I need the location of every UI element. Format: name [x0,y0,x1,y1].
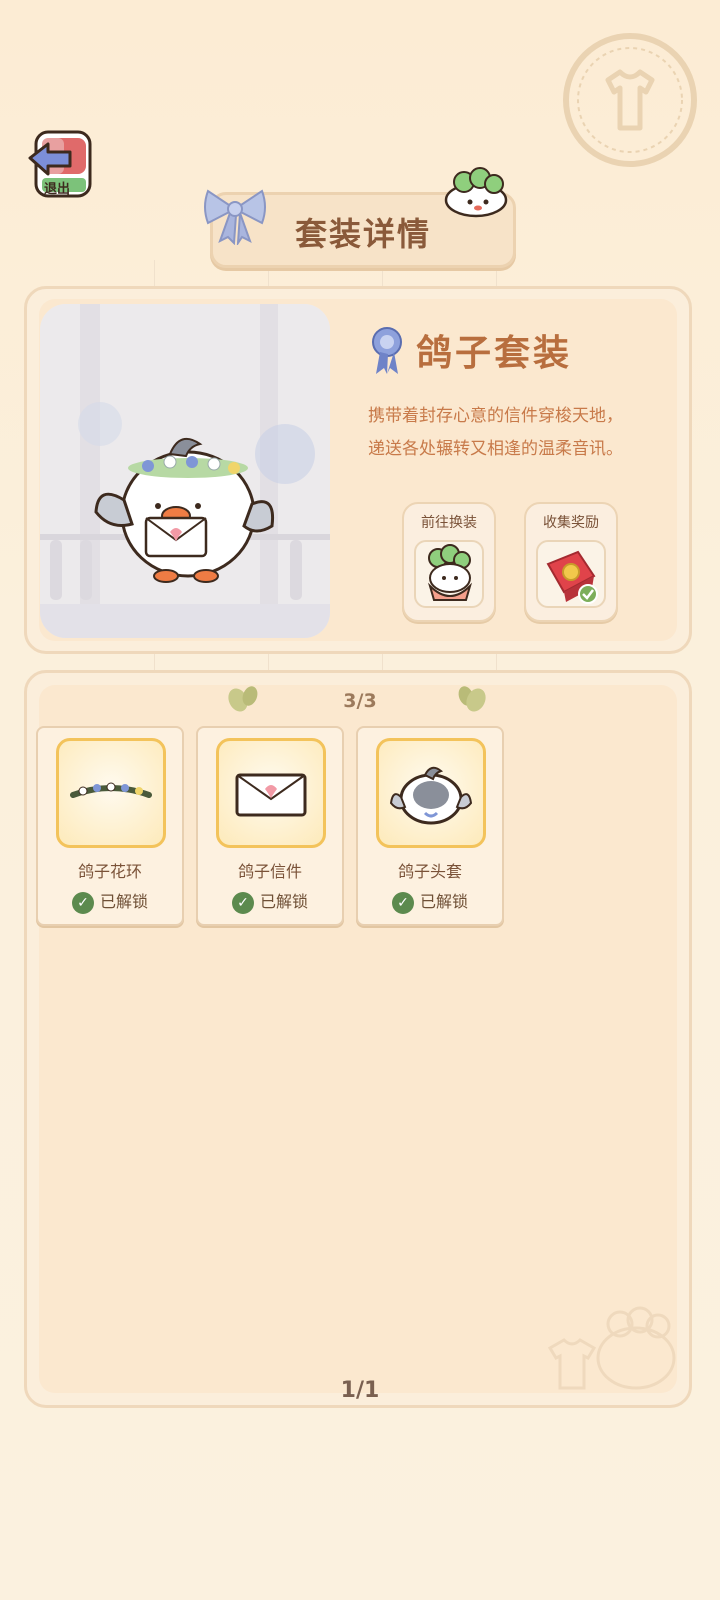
page-indicator: 1/1 [340,1378,380,1403]
item-status: ✓ 已解锁 [38,888,182,914]
check-icon: ✓ [71,891,94,914]
status-label: 已解锁 [99,892,148,911]
check-icon: ✓ [231,891,254,914]
collection-progress: 3/3 [343,690,377,712]
set-description-line: 携带着封存心意的信件穿梭天地， [368,406,623,426]
item-card[interactable]: 鸽子信件 ✓ 已解锁 [196,726,344,926]
clothes-pile-decoration-icon [547,1306,676,1390]
go-dress-up-label: 前往换装 [421,515,477,531]
item-card[interactable]: 鸽子花环 ✓ 已解锁 [36,726,184,926]
check-icon: ✓ [391,891,414,914]
set-description: 携带着封存心意的信件穿梭天地， 递送各处辗转又相逢的温柔音讯。 [368,400,688,466]
leaf-decoration-icon [228,686,258,712]
set-description-line: 递送各处辗转又相逢的温柔音讯。 [368,439,623,459]
go-dress-up-button[interactable]: 前往换装 [402,502,496,622]
set-portrait [40,304,330,638]
wardrobe-emblem-icon [563,33,697,167]
item-card[interactable]: 鸽子头套 ✓ 已解锁 [356,726,504,926]
flower-wreath-icon [56,738,166,848]
item-name: 鸽子信件 [237,862,302,881]
item-name: 鸽子头套 [397,862,462,881]
exit-label: 退出 [44,182,71,197]
collect-reward-button[interactable]: 收集奖励 [524,502,618,622]
collect-reward-label: 收集奖励 [543,515,599,531]
item-status: ✓ 已解锁 [198,888,342,914]
item-name: 鸽子花环 [77,862,142,881]
leaf-mascot-icon [444,167,508,218]
letter-envelope-icon [216,738,326,848]
ribbon-bow-icon [204,189,266,245]
status-label: 已解锁 [259,892,308,911]
exit-button[interactable]: 退出 [26,128,96,202]
item-status: ✓ 已解锁 [358,888,502,914]
blue-rosette-icon [372,327,402,374]
pigeon-portrait-icon [40,304,330,638]
outfit-preview-icon [414,540,484,608]
pigeon-hood-icon [376,738,486,848]
reward-gift-icon [536,540,606,608]
status-label: 已解锁 [419,892,468,911]
leaf-decoration-icon [458,686,486,712]
set-name: 鸽子套装 [416,333,573,374]
